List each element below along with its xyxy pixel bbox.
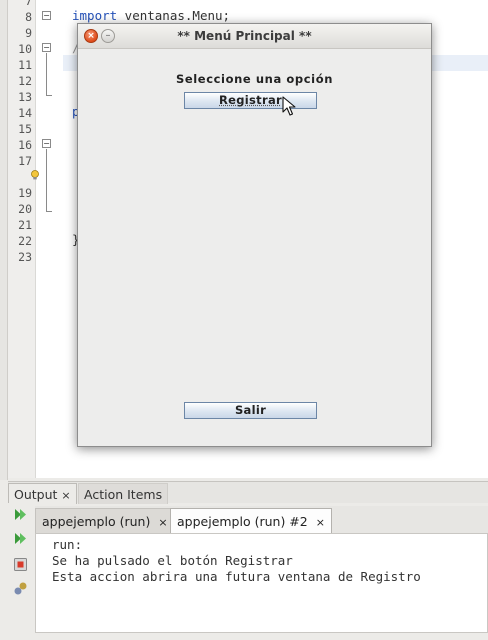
console-line: run: <box>52 537 83 552</box>
select-option-label: Seleccione una opción <box>175 72 333 86</box>
console-line: Se ha pulsado el botón Registrar <box>52 553 293 568</box>
line-number: 14 <box>18 106 32 120</box>
warning-bulb-icon[interactable] <box>30 170 40 180</box>
stop-icon[interactable] <box>13 557 28 572</box>
line-number: 22 <box>18 234 32 248</box>
run-tabs: appejemplo (run) × appejemplo (run) #2 × <box>35 506 488 533</box>
minimize-icon[interactable]: – <box>101 29 115 43</box>
line-number: 20 <box>18 202 32 216</box>
line-number: 23 <box>18 250 32 264</box>
fold-guide <box>46 95 52 96</box>
mouse-pointer-icon <box>282 96 296 116</box>
line-number: 7 <box>25 0 32 8</box>
dialog-title: ** Menú Principal ** <box>177 29 312 43</box>
main-menu-dialog: × – ** Menú Principal ** Seleccione una … <box>77 23 432 447</box>
output-toolbar <box>8 503 35 640</box>
line-number: 10 <box>18 42 32 56</box>
line-number: 12 <box>18 74 32 88</box>
run-tab-label: appejemplo (run) <box>42 514 151 529</box>
line-number: 9 <box>25 26 32 40</box>
close-icon[interactable]: × <box>84 29 98 43</box>
tab-action-items[interactable]: Action Items <box>78 483 169 504</box>
register-button[interactable]: Registrar <box>184 92 317 109</box>
code-line-8[interactable]: import ventanas.Menu; <box>72 8 230 23</box>
tab-output-label: Output <box>14 487 58 502</box>
tab-output[interactable]: Output × <box>8 483 77 504</box>
fold-toggle-icon[interactable]: − <box>42 43 51 52</box>
run-tab-2[interactable]: appejemplo (run) #2 × <box>170 508 332 533</box>
run-tab-1[interactable]: appejemplo (run) × <box>35 508 175 533</box>
fold-guide <box>46 53 47 95</box>
line-number: 21 <box>18 218 32 232</box>
rerun-with-params-icon[interactable] <box>13 531 28 546</box>
dialog-titlebar[interactable]: × – ** Menú Principal ** <box>78 24 431 49</box>
code-text: ventanas.Menu; <box>117 8 231 23</box>
fold-guide <box>46 149 47 211</box>
settings-icon[interactable] <box>13 581 28 596</box>
exit-button[interactable]: Salir <box>184 402 317 419</box>
line-number-gutter: 7 8 9 10 11 12 13 14 15 16 17 19 20 21 2… <box>8 0 36 478</box>
line-number: 11 <box>18 58 32 72</box>
line-number: 13 <box>18 90 32 104</box>
line-number: 15 <box>18 122 32 136</box>
line-number: 17 <box>18 154 32 168</box>
line-number: 19 <box>18 186 32 200</box>
fold-toggle-icon[interactable]: − <box>42 11 51 20</box>
left-window-strip <box>0 0 8 480</box>
line-number: 16 <box>18 138 32 152</box>
run-tab-label: appejemplo (run) #2 <box>177 514 308 529</box>
register-button-label: Registrar <box>219 93 282 107</box>
console-line: Esta accion abrira una futura ventana de… <box>52 569 421 584</box>
close-icon[interactable]: × <box>316 516 325 529</box>
console-output[interactable]: run: Se ha pulsado el botón Registrar Es… <box>35 533 488 633</box>
fold-toggle-icon[interactable]: − <box>42 139 51 148</box>
rerun-icon[interactable] <box>13 507 28 522</box>
line-number: 8 <box>25 10 32 24</box>
close-icon[interactable]: × <box>61 489 70 502</box>
fold-guide <box>46 211 52 212</box>
output-panel-tabs: Output × Action Items <box>8 481 488 504</box>
close-icon[interactable]: × <box>158 516 167 529</box>
keyword: import <box>72 8 118 23</box>
